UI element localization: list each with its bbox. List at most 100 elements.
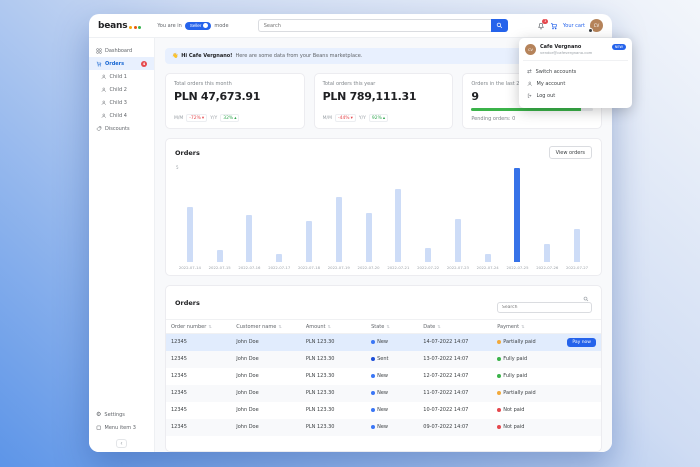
table-row[interactable]: 12345 John Doe PLN 123.30 New 09-07-2022…	[166, 418, 601, 436]
table-row[interactable]: 12345 John Doe PLN 123.30 New 14-07-2022…	[166, 333, 601, 351]
chart-bar-group: 2022-07-22	[413, 168, 443, 270]
chart-x-label: 2022-07-23	[446, 265, 469, 270]
chart-x-label: 2022-07-18	[297, 265, 321, 270]
cell-customer-name: John Doe	[236, 390, 259, 396]
column-header[interactable]: Customer name ⇅	[231, 319, 301, 334]
sidebar-item-label: Child 2	[109, 86, 127, 93]
column-header[interactable]: State ⇅	[366, 319, 419, 334]
chart-bar[interactable]	[335, 196, 342, 262]
table-search-input[interactable]	[497, 302, 592, 313]
sidebar: Dashboard Orders 4 Child 1 Child 2 Child…	[89, 38, 155, 452]
account-menu-header: CV Cafe Vergnano vendor@cafevergnano.com…	[525, 44, 626, 55]
chart-bar[interactable]	[484, 253, 491, 262]
up-triangle-icon: ▴	[382, 115, 386, 121]
cell-state: New	[366, 419, 418, 436]
mm-label: M/M	[174, 115, 184, 121]
chart-x-label: 2022-07-14	[178, 265, 201, 270]
gear-icon: ⚙	[96, 410, 102, 418]
chart-bar[interactable]	[216, 249, 223, 262]
banner-text: Here are some data from your Beans marke…	[235, 53, 363, 59]
stat-card-year: Total orders this year PLN 789,111.31 M/…	[313, 73, 454, 129]
app-logo[interactable]: beans	[98, 21, 142, 31]
menu-item-my-account[interactable]: My account	[525, 78, 626, 90]
person-icon	[101, 113, 106, 118]
cell-order-number: 12345	[171, 424, 187, 430]
menu-item-log-out[interactable]: Log out	[525, 90, 626, 102]
chart-bar[interactable]	[186, 206, 193, 262]
column-header[interactable]: Date ⇅	[418, 319, 493, 334]
chart-bar[interactable]	[514, 168, 521, 262]
cell-order-number: 12345	[171, 356, 187, 362]
chart-x-label: 2022-07-25	[506, 265, 529, 270]
chart-bar-group: 2022-07-21	[383, 168, 413, 270]
menu-item-switch-accounts[interactable]: ⇄ Switch accounts	[525, 66, 626, 78]
logout-icon	[527, 93, 532, 99]
switch-accounts-icon: ⇄	[527, 69, 532, 75]
sort-icon[interactable]: ⇅	[386, 324, 389, 329]
chart-x-label: 2022-07-20	[357, 265, 380, 270]
chart-bar[interactable]	[306, 221, 313, 262]
cart-button[interactable]	[550, 22, 558, 30]
sidebar-item-label: Menu item 3	[104, 424, 136, 431]
sidebar-item-child-3[interactable]: Child 3	[89, 96, 154, 109]
table-row[interactable]: 12345 John Doe PLN 123.30 New 10-07-2022…	[166, 402, 601, 419]
column-header[interactable]: Payment ⇅	[492, 319, 562, 334]
state-dot-icon	[371, 390, 376, 395]
sidebar-item-label: Orders	[105, 60, 125, 67]
menu-item-label: My account	[536, 81, 566, 87]
sidebar-item-menu-3[interactable]: Menu item 3	[89, 421, 154, 434]
sidebar-item-child-4[interactable]: Child 4	[89, 109, 154, 122]
column-header[interactable]: Order number ⇅	[166, 319, 232, 334]
logo-dots-icon	[129, 25, 142, 29]
cell-payment: Not paid	[492, 419, 562, 436]
table-title: Orders	[175, 299, 200, 307]
sidebar-item-child-2[interactable]: Child 2	[89, 83, 154, 96]
state-dot-icon	[371, 407, 376, 412]
sidebar-item-label: Dashboard	[105, 47, 133, 54]
orders-table-body: 12345 John Doe PLN 123.30 New 14-07-2022…	[166, 333, 601, 436]
view-orders-button[interactable]: View orders	[548, 146, 592, 159]
chart-bar[interactable]	[276, 253, 283, 262]
sidebar-item-discounts[interactable]: Discounts	[89, 122, 154, 135]
stat-title: Total orders this year	[322, 81, 376, 87]
account-avatar: CV	[525, 44, 536, 55]
search-input[interactable]	[257, 19, 491, 32]
sidebar-collapse-button[interactable]: ‹	[116, 439, 127, 448]
sidebar-item-dashboard[interactable]: Dashboard	[89, 44, 154, 57]
sort-icon[interactable]: ⇅	[328, 324, 331, 329]
chart-bar[interactable]	[425, 247, 432, 262]
progress-fill	[471, 108, 581, 111]
cell-action	[562, 385, 601, 402]
cell-date: 09-07-2022 14:07	[423, 424, 469, 430]
table-row[interactable]: 12345 John Doe PLN 123.30 Sent 13-07-202…	[166, 350, 601, 368]
search-button[interactable]	[490, 19, 508, 32]
notifications-button[interactable]: 1	[537, 18, 548, 30]
sidebar-item-label: Child 3	[109, 99, 127, 106]
user-avatar[interactable]: CV	[588, 19, 603, 33]
cell-date: 14-07-2022 14:07	[423, 339, 469, 346]
chart-bar[interactable]	[395, 188, 402, 262]
up-triangle-icon: ▴	[234, 115, 237, 121]
cart-label[interactable]: Your cart	[563, 23, 585, 29]
chart-x-label: 2022-07-27	[566, 265, 589, 270]
table-row[interactable]: 12345 John Doe PLN 123.30 New 11-07-2022…	[166, 384, 601, 402]
sidebar-item-settings[interactable]: ⚙ Settings	[89, 408, 154, 421]
orders-table-card: Orders Order number⇅Customer name⇅Amount…	[165, 285, 602, 452]
chart-x-label: 2022-07-26	[536, 265, 559, 270]
chart-bar[interactable]	[246, 215, 253, 262]
mode-toggle[interactable]: Seller	[184, 21, 212, 30]
sidebar-item-child-1[interactable]: Child 1	[89, 70, 154, 83]
pay-now-button[interactable]: Pay now	[567, 337, 596, 347]
table-row[interactable]: 12345 John Doe PLN 123.30 New 12-07-2022…	[166, 368, 601, 385]
global-search	[235, 19, 531, 32]
sort-icon[interactable]: ⇅	[521, 324, 524, 329]
chart-bar[interactable]	[544, 243, 551, 262]
column-header[interactable]: Amount ⇅	[300, 319, 367, 334]
chart-bar[interactable]	[365, 213, 372, 262]
chart-bar[interactable]	[454, 219, 461, 262]
sort-icon[interactable]: ⇅	[208, 324, 211, 329]
sort-icon[interactable]: ⇅	[437, 324, 440, 329]
sidebar-item-orders[interactable]: Orders 4	[89, 57, 154, 70]
sort-icon[interactable]: ⇅	[278, 324, 281, 329]
chart-bar[interactable]	[574, 229, 581, 262]
